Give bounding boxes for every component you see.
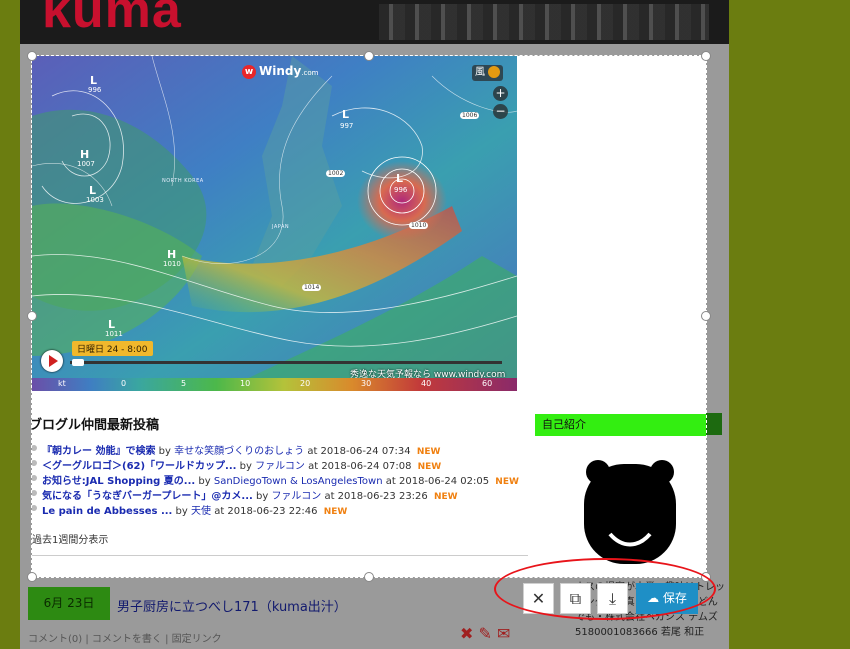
past-week-link[interactable]: 過去1週間分表示 [32, 531, 108, 546]
zoom-out-button[interactable]: − [493, 104, 508, 119]
wind-speed-scale: kt 0 5 10 20 30 40 60 [32, 378, 517, 391]
scale-tick: 5 [181, 379, 187, 388]
pressure-label: 1010 [163, 260, 181, 268]
pressure-label: 1011 [105, 330, 123, 338]
entry-date: 6月 23日 [28, 587, 110, 620]
list-item: 気になる「うなぎバーガープレート」@カメ... by ファルコン at 2018… [32, 487, 532, 502]
friends-post-list: 『朝カレー 効能』で検索 by 幸せな笑顔づくりのおしょう at 2018-06… [32, 442, 532, 517]
isobar-label: 1014 [302, 284, 322, 291]
pressure-label: 996 [394, 186, 408, 194]
banner-image [379, 4, 709, 40]
new-badge: NEW [323, 507, 348, 517]
resize-handle-left[interactable] [27, 311, 37, 321]
pressure-label: 1007 [77, 160, 95, 168]
play-icon[interactable] [41, 350, 63, 372]
friends-section-title: ブログル仲間最新投稿 [32, 418, 160, 433]
resize-handle-bottom-left[interactable] [27, 572, 37, 582]
isobar-label: 1006 [460, 112, 480, 119]
windy-map[interactable]: L 996 H 1007 L 1003 H 1010 L 1011 L 997 … [32, 56, 517, 391]
blog-logo: kuma [42, 0, 182, 39]
forecast-timeline[interactable] [70, 361, 502, 364]
post-title-link[interactable]: お知らせ:JAL Shopping 夏の... [42, 476, 195, 487]
new-badge: NEW [433, 492, 458, 502]
new-badge: NEW [495, 477, 519, 487]
post-author-link[interactable]: ファルコン [271, 491, 321, 502]
windy-logo-icon: w [242, 64, 256, 79]
resize-handle-top-right[interactable] [701, 51, 711, 61]
scale-unit: kt [58, 379, 66, 388]
list-item: 『朝カレー 効能』で検索 by 幸せな笑顔づくりのおしょう at 2018-06… [32, 442, 532, 457]
pressure-label: 997 [340, 122, 354, 130]
list-item: お知らせ:JAL Shopping 夏の... by SanDiegoTown … [32, 472, 532, 487]
post-author-link[interactable]: 幸せな笑顔づくりのおしょう [174, 446, 304, 457]
pressure-label: 996 [88, 86, 102, 94]
scale-tick: 0 [121, 379, 127, 388]
region-label: JAPAN [272, 224, 290, 230]
scale-tick: 40 [421, 379, 432, 388]
isobar-label: 1010 [409, 222, 429, 229]
region-label: NORTH KOREA [162, 178, 204, 184]
profile-section-title: 自己紹介 [535, 414, 706, 436]
post-title-link[interactable]: 気になる「うなぎバーガープレート」@カメ... [42, 491, 253, 502]
scale-tick: 30 [361, 379, 372, 388]
layer-selector-button[interactable]: 風 [472, 65, 504, 81]
forecast-date-tag: 日曜日 24 - 8:00 [72, 341, 153, 356]
scale-tick: 60 [482, 379, 493, 388]
divider [32, 555, 528, 556]
post-author-link[interactable]: SanDiegoTown & LosAngelesTown [214, 476, 383, 487]
windy-logo: w Windy.com [242, 64, 319, 79]
post-author-link[interactable]: 天使 [191, 506, 211, 517]
new-badge: NEW [416, 447, 441, 457]
new-badge: NEW [417, 462, 442, 472]
entry-meta-links[interactable]: コメント(0) | コメントを書く | 固定リンク [28, 630, 222, 645]
blog-banner: kuma [20, 0, 729, 44]
wind-layer-icon [488, 66, 501, 78]
typhoon-low-marker: L [396, 172, 404, 185]
post-title-link[interactable]: Le pain de Abbesses ... [42, 506, 172, 517]
resize-handle-bottom[interactable] [364, 572, 374, 582]
pressure-label: 1003 [86, 196, 104, 204]
isobar-label: 1002 [326, 170, 346, 177]
entry-action-icons: ✖ ✎ ✉ [460, 624, 511, 643]
bear-avatar-icon [584, 460, 676, 564]
zoom-in-button[interactable]: + [493, 86, 508, 101]
screenshot-selection[interactable]: L 996 H 1007 L 1003 H 1010 L 1011 L 997 … [31, 55, 707, 578]
timeline-handle[interactable] [72, 359, 84, 366]
low-pressure-marker: L [342, 108, 350, 121]
resize-handle-top-left[interactable] [27, 51, 37, 61]
profile-header-edge [706, 413, 722, 435]
scale-tick: 20 [300, 379, 311, 388]
scale-tick: 10 [240, 379, 251, 388]
list-item: Le pain de Abbesses ... by 天使 at 2018-06… [32, 502, 532, 517]
post-author-link[interactable]: ファルコン [255, 461, 305, 472]
post-title-link[interactable]: 『朝カレー 効能』で検索 [42, 446, 155, 457]
highlight-annotation [494, 558, 716, 620]
resize-handle-top[interactable] [364, 51, 374, 61]
post-title-link[interactable]: ＜グーグルロゴ＞(62)「ワールドカップ... [42, 461, 236, 472]
list-item: ＜グーグルロゴ＞(62)「ワールドカップ... by ファルコン at 2018… [32, 457, 532, 472]
avatar [580, 456, 680, 566]
resize-handle-right[interactable] [701, 311, 711, 321]
entry-title-link[interactable]: 男子厨房に立つべし171（kuma出汁） [117, 596, 347, 615]
